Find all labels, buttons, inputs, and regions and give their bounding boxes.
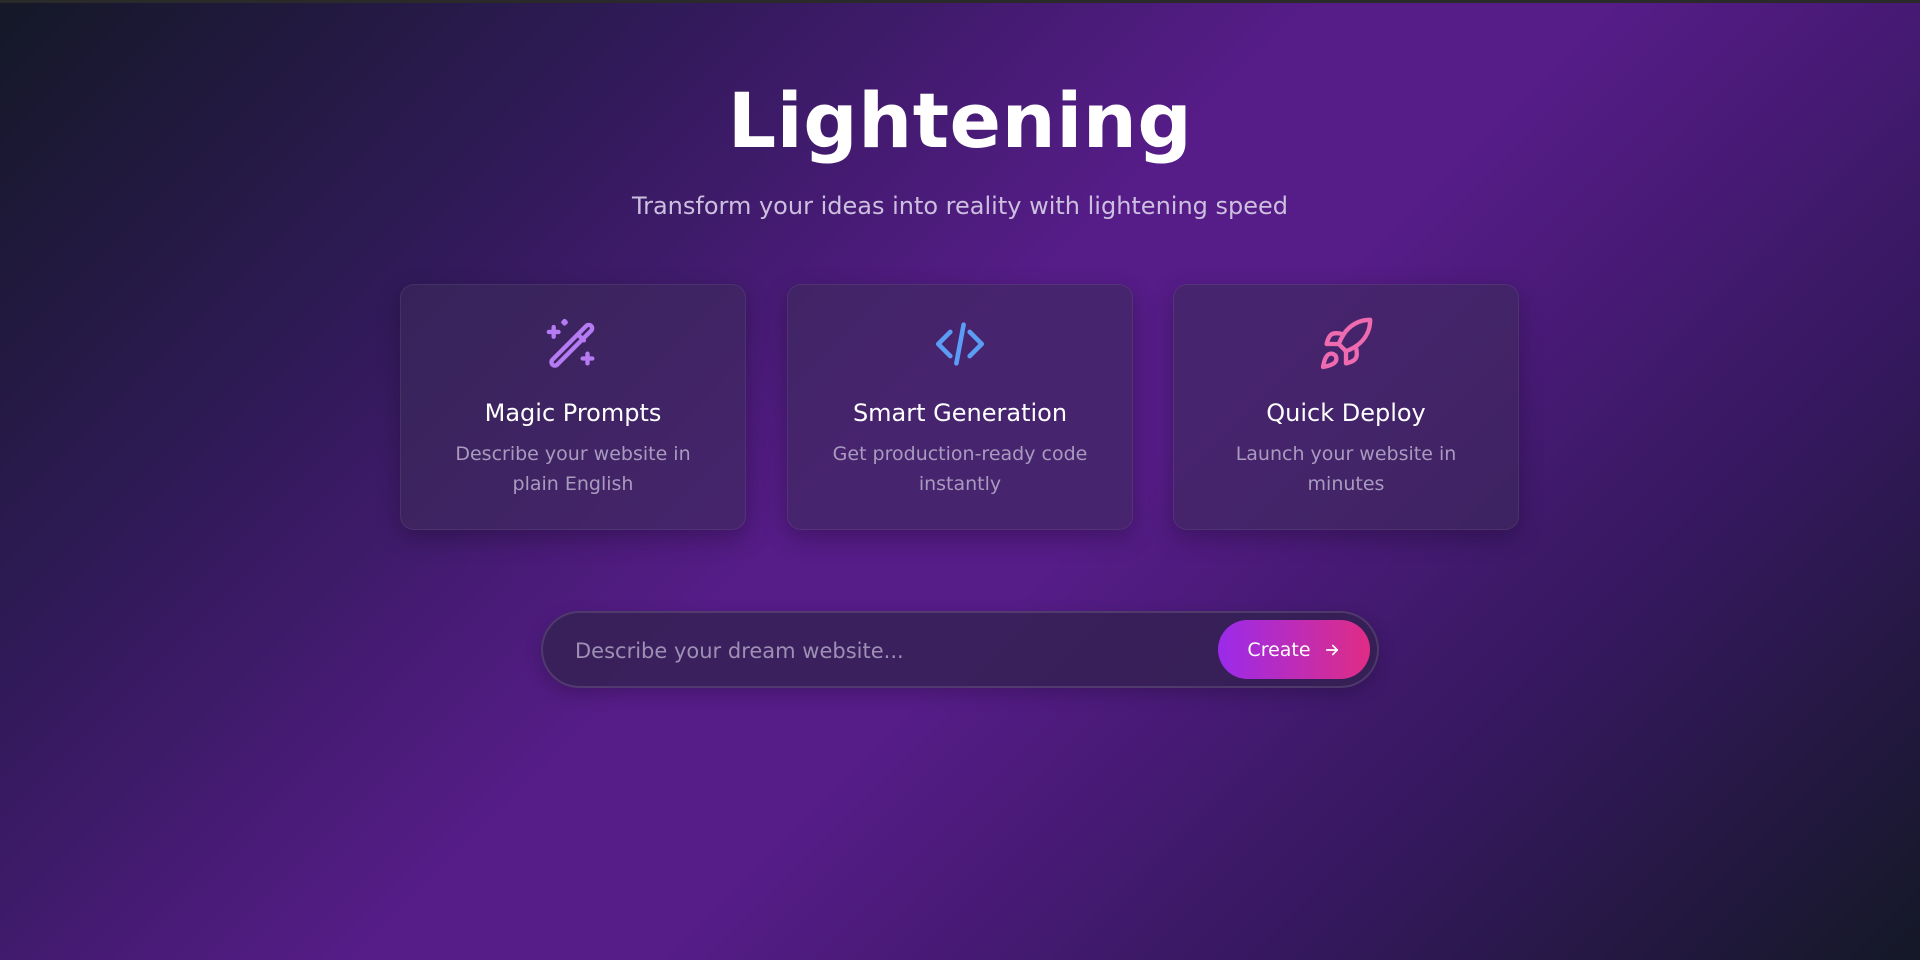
feature-card-smart-generation: Smart Generation Get production-ready co… [787, 284, 1133, 530]
feature-title: Quick Deploy [1266, 399, 1426, 427]
code-icon [788, 315, 1132, 373]
window-top-border [0, 0, 1920, 3]
prompt-bar: Create [541, 611, 1379, 688]
rocket-icon [1174, 315, 1518, 373]
create-button[interactable]: Create [1218, 620, 1370, 679]
arrow-right-icon [1323, 641, 1341, 659]
feature-title: Magic Prompts [484, 399, 662, 427]
feature-card-magic-prompts: Magic Prompts Describe your website in p… [400, 284, 746, 530]
feature-description: Describe your website in plain English [455, 443, 691, 495]
feature-title: Smart Generation [852, 399, 1068, 427]
feature-description: Launch your website in minutes [1235, 443, 1457, 495]
feature-description: Get production-ready code instantly [832, 443, 1088, 495]
create-button-label: Create [1247, 638, 1311, 661]
feature-cards: Magic Prompts Describe your website in p… [400, 284, 1520, 532]
page-title: Lightening [727, 76, 1193, 165]
magic-wand-icon [401, 315, 745, 373]
page-subtitle: Transform your ideas into reality with l… [631, 192, 1289, 220]
website-description-input[interactable] [573, 631, 1217, 671]
feature-card-quick-deploy: Quick Deploy Launch your website in minu… [1173, 284, 1519, 530]
